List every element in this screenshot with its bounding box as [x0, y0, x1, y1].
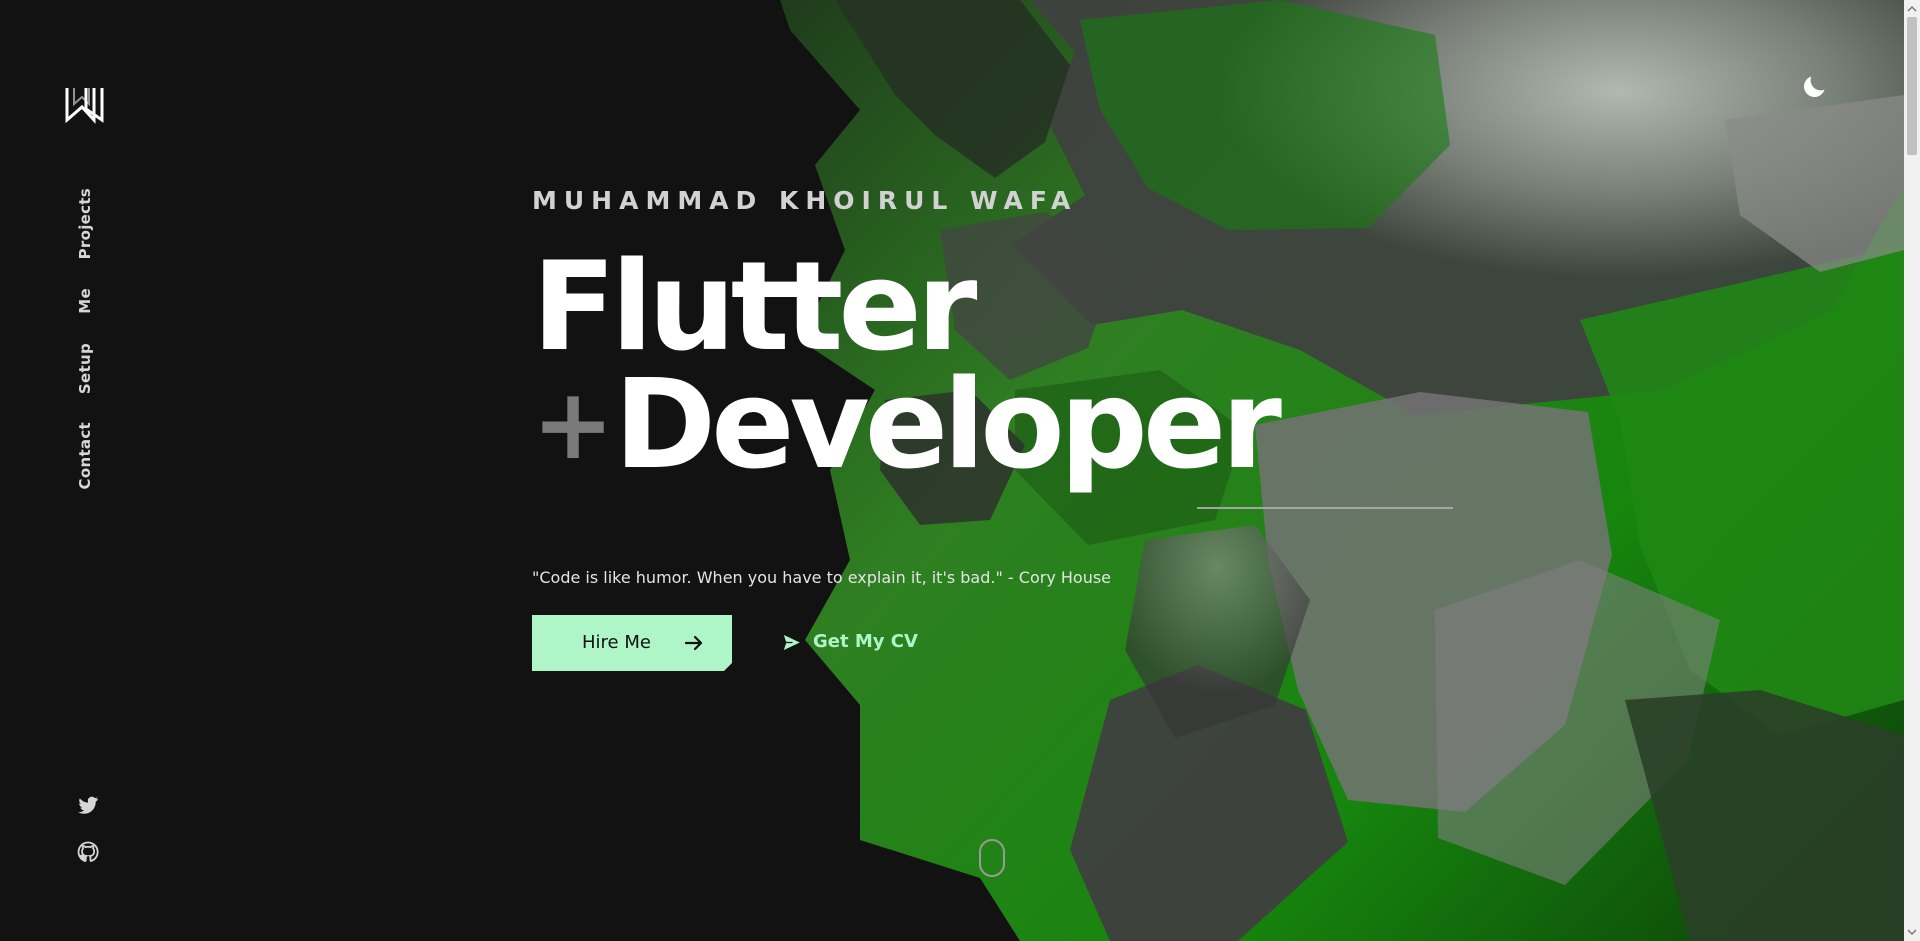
nav-contact-link[interactable]: Contact [76, 422, 94, 489]
sidebar-navigation: Projects Me Setup Contact [76, 188, 100, 489]
portfolio-page: Projects Me Setup Contact MUHAMMAD KHOIR… [0, 0, 1920, 941]
headline-flutter: Flutter [532, 236, 977, 379]
hero-section: MUHAMMAD KHOIRUL WAFA Flutter + Develope… [532, 184, 1512, 509]
hero-headline: Flutter + Developer [532, 236, 1512, 509]
vertical-scrollbar[interactable] [1904, 0, 1920, 941]
hero-name: MUHAMMAD KHOIRUL WAFA [532, 186, 1078, 215]
nav-me-link[interactable]: Me [76, 288, 94, 314]
moon-icon[interactable] [1802, 71, 1830, 99]
headline-divider-line [1197, 507, 1453, 509]
nav-projects-link[interactable]: Projects [76, 188, 94, 259]
scrollbar-thumb[interactable] [1907, 17, 1917, 155]
scroll-down-indicator[interactable] [979, 839, 1005, 877]
github-icon[interactable] [76, 840, 100, 864]
headline-developer: Developer [614, 354, 1282, 497]
hire-me-button[interactable]: Hire Me [532, 615, 732, 671]
scroll-up-arrow-icon[interactable] [1904, 0, 1920, 17]
scroll-down-arrow-icon[interactable] [1904, 924, 1920, 941]
hero-quote: "Code is like humor. When you have to ex… [532, 568, 1112, 587]
plus-symbol: + [532, 368, 615, 482]
nav-setup-link[interactable]: Setup [76, 343, 94, 394]
get-my-cv-label: Get My CV [813, 631, 918, 652]
hire-me-label: Hire Me [582, 632, 651, 653]
monogram-w-logo[interactable] [64, 84, 110, 124]
arrow-right-icon [682, 631, 706, 655]
send-icon [782, 633, 802, 652]
twitter-icon[interactable] [76, 793, 100, 817]
